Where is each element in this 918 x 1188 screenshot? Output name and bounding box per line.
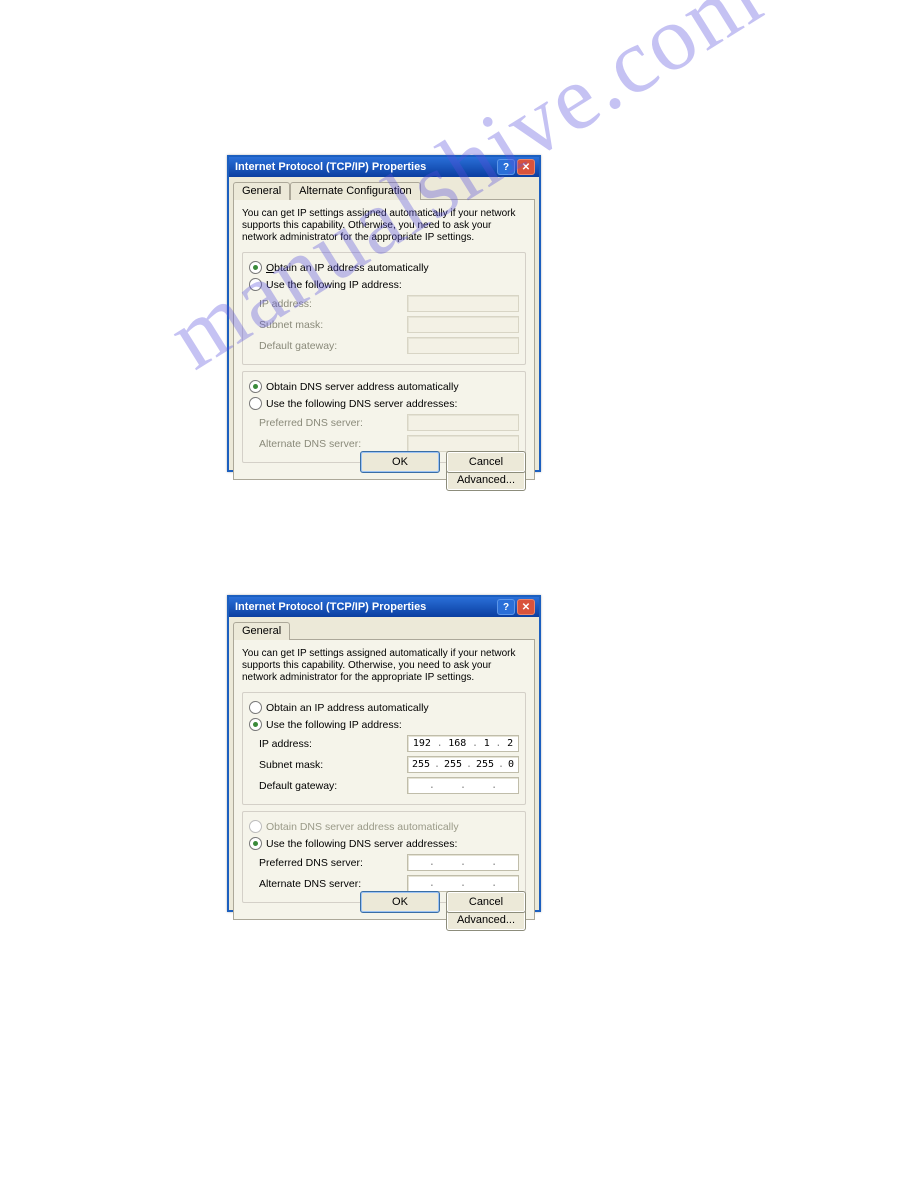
radio-ip-manual[interactable]: Use the following IP address: <box>249 718 519 731</box>
alternate-dns-label: Alternate DNS server: <box>259 438 361 450</box>
description-text: You can get IP settings assigned automat… <box>242 208 526 244</box>
radio-label: Use the following DNS server addresses: <box>266 398 457 410</box>
titlebar[interactable]: Internet Protocol (TCP/IP) Properties ? … <box>229 157 539 177</box>
radio-label: Obtain an IP address automatically <box>266 262 429 274</box>
cancel-button[interactable]: Cancel <box>446 451 526 473</box>
dns-group: Obtain DNS server address automatically … <box>242 811 526 903</box>
close-icon[interactable]: ✕ <box>517 159 535 175</box>
default-gateway-label: Default gateway: <box>259 340 337 352</box>
radio-icon <box>249 397 262 410</box>
radio-ip-auto[interactable]: Obtain an IP address automatically <box>249 261 519 274</box>
help-icon[interactable]: ? <box>497 159 515 175</box>
window-title: Internet Protocol (TCP/IP) Properties <box>235 601 426 613</box>
radio-ip-auto[interactable]: Obtain an IP address automatically <box>249 701 519 714</box>
radio-icon <box>249 380 262 393</box>
client-area: You can get IP settings assigned automat… <box>233 639 535 920</box>
radio-icon <box>249 820 262 833</box>
subnet-mask-field[interactable]: 255. 255. 255. 0 <box>407 756 519 773</box>
tab-alternate[interactable]: Alternate Configuration <box>290 182 421 200</box>
radio-label: Obtain DNS server address automatically <box>266 821 459 833</box>
radio-icon <box>249 261 262 274</box>
ip-address-field <box>407 295 519 312</box>
preferred-dns-label: Preferred DNS server: <box>259 857 363 869</box>
tab-general[interactable]: General <box>233 622 290 640</box>
subnet-mask-field <box>407 316 519 333</box>
tcpip-properties-dialog-1: Internet Protocol (TCP/IP) Properties ? … <box>227 155 541 472</box>
radio-dns-auto: Obtain DNS server address automatically <box>249 820 519 833</box>
dns-group: Obtain DNS server address automatically … <box>242 371 526 463</box>
preferred-dns-field <box>407 414 519 431</box>
radio-label: Use the following DNS server addresses: <box>266 838 457 850</box>
ip-address-label: IP address: <box>259 738 312 750</box>
preferred-dns-label: Preferred DNS server: <box>259 417 363 429</box>
ip-group: Obtain an IP address automatically Use t… <box>242 692 526 805</box>
radio-icon <box>249 837 262 850</box>
alternate-dns-label: Alternate DNS server: <box>259 878 361 890</box>
window-title: Internet Protocol (TCP/IP) Properties <box>235 161 426 173</box>
radio-dns-manual[interactable]: Use the following DNS server addresses: <box>249 837 519 850</box>
titlebar[interactable]: Internet Protocol (TCP/IP) Properties ? … <box>229 597 539 617</box>
ok-button[interactable]: OK <box>360 451 440 473</box>
subnet-mask-label: Subnet mask: <box>259 319 323 331</box>
ip-address-field[interactable]: 192. 168. 1. 2 <box>407 735 519 752</box>
radio-ip-manual[interactable]: Use the following IP address: <box>249 278 519 291</box>
description-text: You can get IP settings assigned automat… <box>242 648 526 684</box>
alternate-dns-field <box>407 435 519 452</box>
alternate-dns-field[interactable]: ... <box>407 875 519 892</box>
ip-address-label: IP address: <box>259 298 312 310</box>
tcpip-properties-dialog-2: Internet Protocol (TCP/IP) Properties ? … <box>227 595 541 912</box>
radio-icon <box>249 701 262 714</box>
preferred-dns-field[interactable]: ... <box>407 854 519 871</box>
radio-label: Use the following IP address: <box>266 719 402 731</box>
close-icon[interactable]: ✕ <box>517 599 535 615</box>
radio-label: Use the following IP address: <box>266 279 402 291</box>
radio-dns-manual[interactable]: Use the following DNS server addresses: <box>249 397 519 410</box>
radio-label: Obtain an IP address automatically <box>266 702 429 714</box>
ok-button[interactable]: OK <box>360 891 440 913</box>
tab-strip: General <box>229 617 539 639</box>
radio-icon <box>249 278 262 291</box>
radio-label: Obtain DNS server address automatically <box>266 381 459 393</box>
default-gateway-field <box>407 337 519 354</box>
subnet-mask-label: Subnet mask: <box>259 759 323 771</box>
tab-strip: General Alternate Configuration <box>229 177 539 199</box>
ip-group: Obtain an IP address automatically Use t… <box>242 252 526 365</box>
client-area: You can get IP settings assigned automat… <box>233 199 535 480</box>
radio-icon <box>249 718 262 731</box>
cancel-button[interactable]: Cancel <box>446 891 526 913</box>
default-gateway-label: Default gateway: <box>259 780 337 792</box>
tab-general[interactable]: General <box>233 182 290 200</box>
radio-dns-auto[interactable]: Obtain DNS server address automatically <box>249 380 519 393</box>
default-gateway-field[interactable]: . . . <box>407 777 519 794</box>
help-icon[interactable]: ? <box>497 599 515 615</box>
